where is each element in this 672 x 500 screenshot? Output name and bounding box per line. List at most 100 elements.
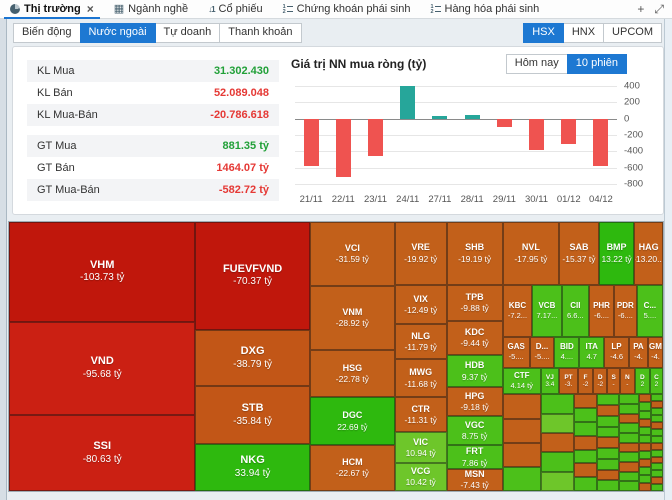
treemap-cell-small[interactable]: [651, 484, 663, 491]
exchange-hnx[interactable]: HNX: [562, 23, 605, 43]
treemap-cell-small[interactable]: [619, 423, 639, 434]
tab-hang-hoa-phai-sinh[interactable]: 1 2 Hàng hóa phái sinh: [420, 0, 549, 18]
vertical-scrollbar[interactable]: [664, 19, 672, 500]
treemap-cell-small[interactable]: [540, 471, 575, 491]
treemap-cell-small[interactable]: [638, 458, 652, 467]
treemap-cell-vcg[interactable]: VCG 10.42 tỷ: [394, 463, 447, 491]
treemap-cell-small[interactable]: [596, 458, 620, 470]
treemap-cell-vre[interactable]: VRE -19.92 tỷ: [394, 222, 447, 285]
treemap-cell-ita[interactable]: ITA 4.7: [579, 336, 605, 368]
treemap-cell-small[interactable]: [502, 442, 541, 467]
left-splitter[interactable]: [0, 19, 7, 500]
treemap-cell-hpg[interactable]: HPG -9.18 tỷ: [446, 387, 503, 417]
treemap-cell-small[interactable]: [619, 413, 639, 424]
treemap-cell-small[interactable]: [540, 433, 575, 453]
treemap-cell-hdb[interactable]: HDB 9.37 tỷ: [446, 355, 503, 388]
treemap-cell-f[interactable]: F -2: [577, 367, 593, 395]
exchange-hsx[interactable]: HSX: [523, 23, 564, 43]
treemap-cell-small[interactable]: [596, 394, 620, 406]
treemap-cell-small[interactable]: [619, 452, 639, 463]
treemap-cell-fuevfvnd[interactable]: FUEVFVND -70.37 tỷ: [195, 222, 310, 330]
bar-04-12[interactable]: [593, 118, 609, 167]
treemap-cell-small[interactable]: [574, 477, 597, 491]
treemap-cell-d[interactable]: D2: [634, 367, 650, 395]
treemap-cell-small[interactable]: [596, 405, 620, 416]
treemap-cell-n[interactable]: N-: [619, 367, 635, 395]
treemap-cell-small[interactable]: [596, 415, 620, 427]
bar-28-11[interactable]: [464, 114, 480, 119]
treemap-cell-small[interactable]: [619, 394, 639, 405]
tab-co-phieu[interactable]: ↓1 Cổ phiếu: [198, 0, 273, 18]
treemap-cell-small[interactable]: [651, 401, 663, 409]
treemap-cell-vhm[interactable]: VHM -103.73 tỷ: [9, 222, 196, 322]
treemap-cell-small[interactable]: [651, 422, 663, 429]
treemap-cell-small[interactable]: [619, 471, 639, 482]
treemap-cell-small[interactable]: [596, 480, 620, 491]
treemap-cell-small[interactable]: [638, 466, 652, 475]
treemap-cell-vci[interactable]: VCI -31.59 tỷ: [309, 222, 395, 286]
treemap-cell-small[interactable]: [638, 418, 652, 427]
treemap-cell-small[interactable]: [574, 435, 597, 450]
treemap-cell-small[interactable]: [651, 456, 663, 464]
treemap-cell-phr[interactable]: PHR -6....: [589, 284, 614, 337]
treemap-cell-small[interactable]: [638, 434, 652, 443]
treemap-cell-ctr[interactable]: CTR -11.31 tỷ: [394, 397, 447, 433]
treemap-cell-small[interactable]: [619, 433, 639, 443]
treemap-cell-shb[interactable]: SHB -19.19 tỷ: [446, 222, 503, 285]
treemap-cell-hsg[interactable]: HSG -22.78 tỷ: [309, 349, 395, 398]
treemap-cell-small[interactable]: [651, 449, 663, 457]
treemap-cell-tpb[interactable]: TPB -9.88 tỷ: [446, 284, 503, 321]
treemap-cell-ssi[interactable]: SSI -80.63 tỷ: [9, 415, 196, 491]
treemap-cell-small[interactable]: [651, 435, 663, 443]
bar-01-12[interactable]: [561, 118, 577, 144]
treemap-cell-small[interactable]: [638, 482, 652, 491]
treemap-cell-kbc[interactable]: KBC -7.2...: [502, 284, 533, 337]
treemap-cell-vj[interactable]: VJ 3.4: [540, 367, 559, 395]
close-icon[interactable]: ×: [87, 3, 94, 15]
filter-bien-dong[interactable]: Biến động: [13, 23, 81, 43]
treemap-cell-stb[interactable]: STB -35.84 tỷ: [195, 386, 310, 445]
treemap-cell-dxg[interactable]: DXG -38.79 tỷ: [195, 329, 310, 387]
treemap-cell-small[interactable]: [540, 452, 575, 472]
treemap-cell-vic[interactable]: VIC 10.94 tỷ: [394, 432, 447, 463]
tab-nganh-nghe[interactable]: ▦ Ngành nghề: [104, 0, 198, 18]
treemap-cell-small[interactable]: [651, 463, 663, 471]
treemap-cell-gm[interactable]: GM -4.: [647, 336, 663, 368]
treemap-cell-frt[interactable]: FRT 7.86 tỷ: [446, 445, 503, 470]
treemap-cell-msn[interactable]: MSN -7.43 tỷ: [446, 469, 503, 491]
treemap-cell-small[interactable]: [638, 474, 652, 483]
treemap-cell-small[interactable]: [638, 402, 652, 411]
treemap-cell-pa[interactable]: PA -4.: [628, 336, 648, 368]
treemap-cell-cii[interactable]: CII 6.6...: [561, 284, 590, 337]
treemap-cell-lp[interactable]: LP -4.6: [604, 336, 629, 368]
treemap-cell-dgc[interactable]: DGC 22.69 tỷ: [309, 397, 395, 446]
treemap-cell-small[interactable]: [651, 442, 663, 450]
treemap-cell-small[interactable]: [638, 394, 652, 403]
treemap-cell-s[interactable]: S-: [607, 367, 620, 395]
bar-29-11[interactable]: [496, 118, 512, 127]
bar-30-11[interactable]: [529, 118, 544, 151]
treemap-cell-pt[interactable]: PT -3.: [559, 367, 578, 395]
treemap-cell-small[interactable]: [651, 415, 663, 422]
treemap-cell-vnm[interactable]: VNM -28.92 tỷ: [309, 285, 395, 350]
treemap-cell-small[interactable]: [651, 428, 663, 436]
treemap-cell-small[interactable]: [540, 394, 575, 414]
add-tab-button[interactable]: +: [637, 3, 644, 15]
treemap-cell-small[interactable]: [638, 450, 652, 459]
treemap-cell-vnd[interactable]: VND -95.68 tỷ: [9, 321, 196, 416]
treemap-cell-small[interactable]: [502, 394, 541, 419]
treemap-cell-pdr[interactable]: PDR -6....: [613, 284, 637, 337]
exchange-upcom[interactable]: UPCOM: [603, 23, 662, 43]
treemap-cell-nlg[interactable]: NLG -11.79 tỷ: [394, 324, 447, 360]
treemap-cell-small[interactable]: [596, 448, 620, 459]
treemap-cell-small[interactable]: [574, 449, 597, 464]
treemap-cell-small[interactable]: [502, 418, 541, 443]
treemap-cell-small[interactable]: [574, 408, 597, 422]
tab-chung-khoan-phai-sinh[interactable]: 1 2 Chứng khoán phái sinh: [273, 0, 421, 18]
treemap-cell-small[interactable]: [651, 477, 663, 485]
treemap-cell-small[interactable]: [651, 394, 663, 402]
filter-tu-doanh[interactable]: Tự doanh: [154, 23, 221, 43]
tab-thi-truong[interactable]: Thị trường ×: [0, 0, 104, 19]
treemap-cell-hcm[interactable]: HCM -22.67 tỷ: [309, 445, 395, 491]
filter-thanh-khoan[interactable]: Thanh khoản: [219, 23, 302, 43]
